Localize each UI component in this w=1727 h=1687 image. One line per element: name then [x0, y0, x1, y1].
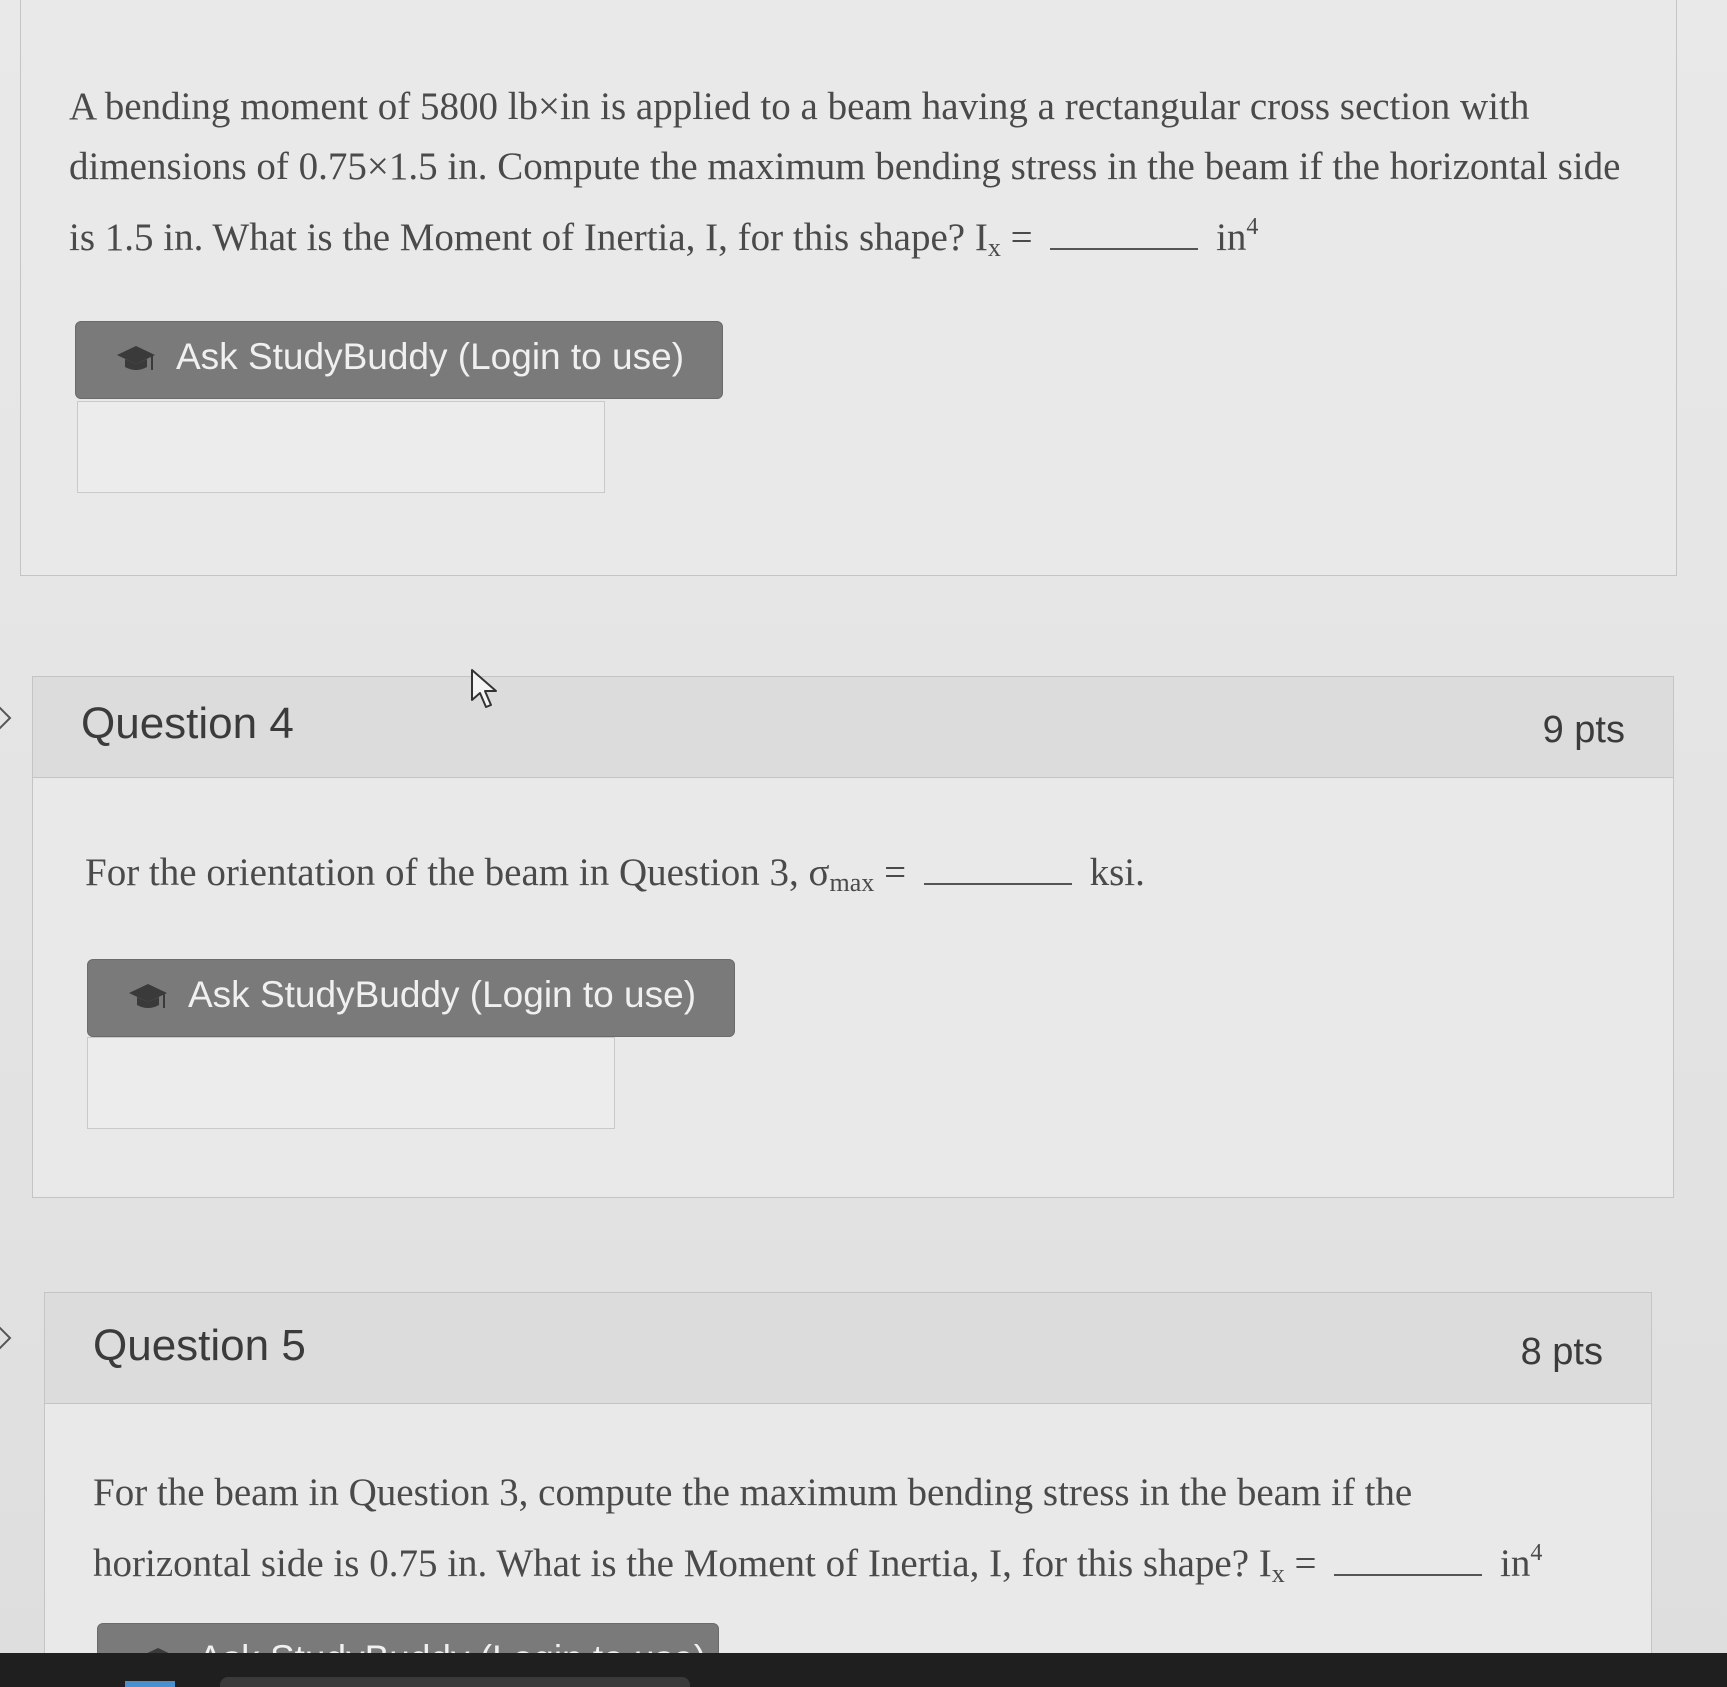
chevron-right-icon	[0, 706, 12, 730]
taskbar-pill	[220, 1677, 690, 1687]
quiz-page: A bending moment of 5800 lb×in is applie…	[0, 0, 1727, 1687]
question-4-answer-blank[interactable]	[923, 853, 1072, 885]
question-4-text: For the orientation of the beam in Quest…	[85, 843, 1585, 913]
question-4-equals: =	[884, 851, 907, 894]
question-5-equals: =	[1294, 1542, 1317, 1585]
question-4-header: Question 4 9 pts	[33, 677, 1673, 778]
ask-studybuddy-label-q4: Ask StudyBuddy (Login to use)	[188, 974, 697, 1015]
question-5-subscript: x	[1271, 1559, 1285, 1588]
question-3-prompt: A bending moment of 5800 lb×in is applie…	[69, 85, 1621, 259]
taskbar-indicator	[125, 1681, 175, 1687]
question-4-card: Question 4 9 pts For the orientation of …	[32, 676, 1674, 1198]
question-3-subscript: x	[987, 233, 1001, 262]
question-5-prompt: For the beam in Question 3, compute the …	[93, 1471, 1413, 1585]
ask-studybuddy-button-q4[interactable]: Ask StudyBuddy (Login to use)	[87, 959, 735, 1037]
studybuddy-response-box-q4	[87, 1037, 615, 1129]
chevron-right-icon	[0, 1326, 12, 1350]
question-4-points: 9 pts	[1542, 709, 1625, 751]
question-3-unit-exponent: 4	[1246, 214, 1259, 240]
graduation-cap-icon	[129, 984, 167, 1008]
graduation-cap-icon	[117, 346, 155, 370]
question-5-unit-exponent: 4	[1530, 1540, 1543, 1566]
question-3-unit: in	[1216, 216, 1247, 259]
question-4-unit: ksi.	[1089, 851, 1145, 894]
mouse-pointer-icon	[471, 669, 497, 708]
question-5-title: Question 5	[93, 1321, 306, 1370]
ask-studybuddy-button-q3[interactable]: Ask StudyBuddy (Login to use)	[75, 321, 723, 399]
question-4-prompt: For the orientation of the beam in Quest…	[85, 851, 830, 894]
question-3-text: A bending moment of 5800 lb×in is applie…	[69, 77, 1629, 278]
screen-bottom-bezel	[0, 1653, 1727, 1687]
question-5-unit: in	[1500, 1542, 1531, 1585]
question-3-card: A bending moment of 5800 lb×in is applie…	[20, 0, 1677, 576]
studybuddy-response-box-q3	[77, 401, 605, 493]
question-4-subscript: max	[829, 868, 875, 897]
question-5-text: For the beam in Question 3, compute the …	[93, 1463, 1543, 1604]
question-3-answer-blank[interactable]	[1050, 218, 1199, 250]
question-5-card: Question 5 8 pts For the beam in Questio…	[44, 1292, 1652, 1687]
question-5-points: 8 pts	[1520, 1331, 1603, 1373]
question-4-title: Question 4	[81, 699, 294, 748]
question-5-answer-blank[interactable]	[1334, 1544, 1483, 1576]
question-3-equals: =	[1010, 216, 1033, 259]
question-5-header: Question 5 8 pts	[45, 1293, 1651, 1404]
ask-studybuddy-label-q3: Ask StudyBuddy (Login to use)	[176, 336, 685, 377]
